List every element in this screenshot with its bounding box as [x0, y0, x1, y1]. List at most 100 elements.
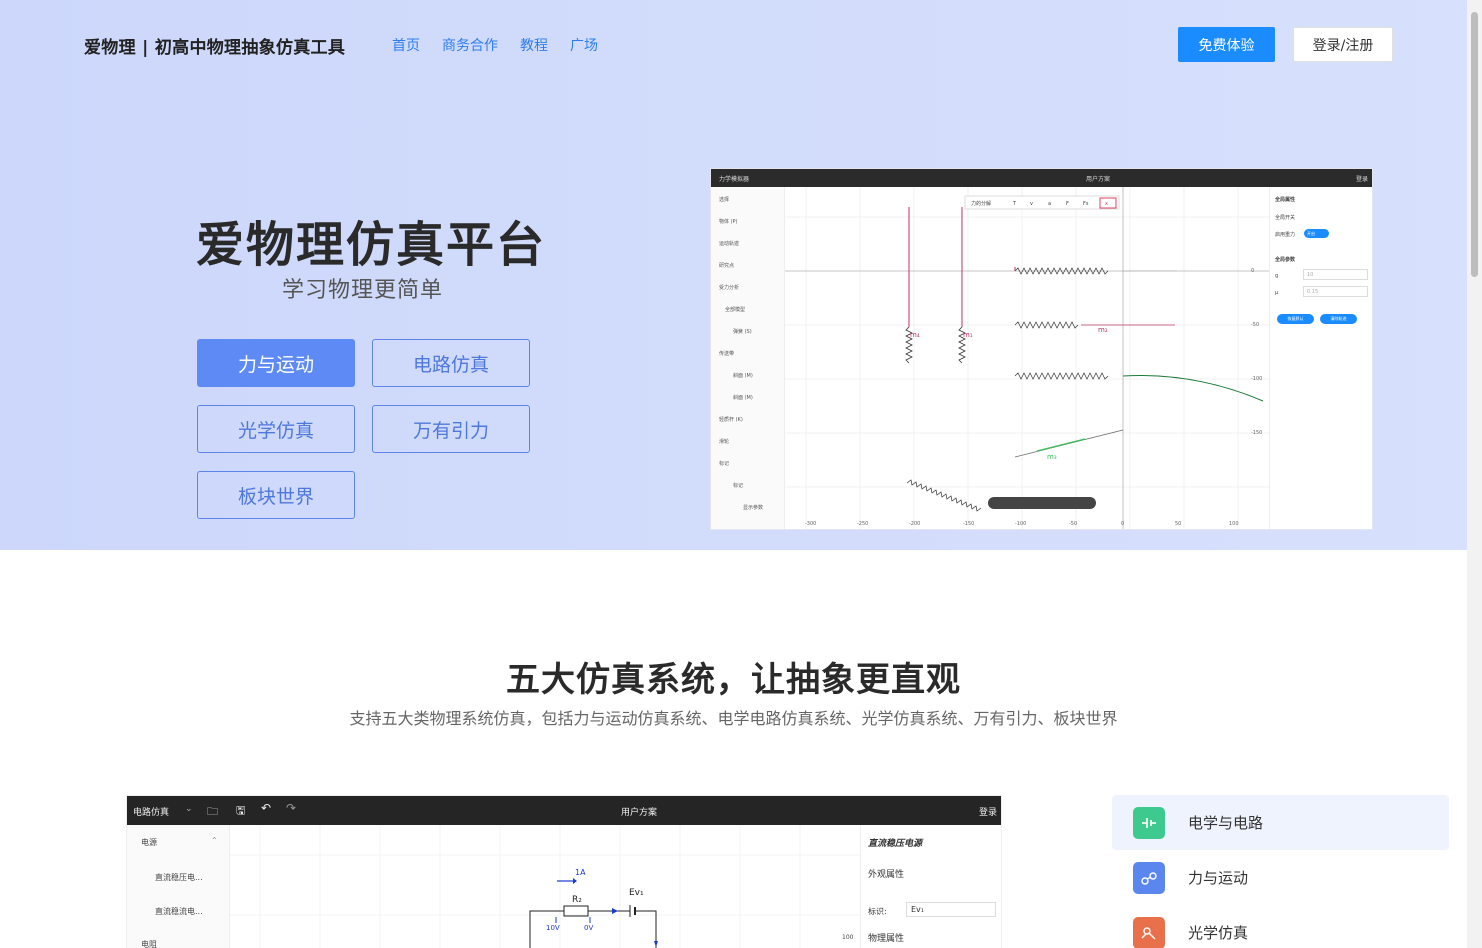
nav-tutorial[interactable]: 教程 — [520, 35, 548, 55]
hero-section: 爱物理 | 初高中物理抽象仿真工具 首页 商务合作 教程 广场 免费体验 登录/… — [0, 0, 1467, 550]
main-nav: 首页 商务合作 教程 广场 — [392, 35, 620, 55]
nav-home[interactable]: 首页 — [392, 35, 420, 55]
preview-toolbar-item: F — [1066, 201, 1069, 207]
tick-label: 100 — [842, 934, 854, 941]
preview-toolbar-item: x — [1105, 201, 1108, 207]
free-trial-button[interactable]: 免费体验 — [1178, 27, 1275, 62]
preview-canvas[interactable]: 力的分解 T v a F Fs x m₄ m₁ m₂ m₃ -300 -250 … — [785, 187, 1269, 529]
mass-label: m₂ — [1098, 326, 1108, 334]
panel-section-appearance[interactable]: 外观属性 — [868, 867, 904, 880]
scrollbar-thumb[interactable] — [1471, 12, 1478, 277]
circuit-title: 用户方案 — [621, 808, 658, 818]
preview-left-item: 研究点 — [719, 263, 735, 269]
panel-section-physics[interactable]: 物理属性 — [868, 931, 904, 944]
login-register-button[interactable]: 登录/注册 — [1293, 27, 1393, 62]
nav-business[interactable]: 商务合作 — [442, 35, 498, 55]
x-tick: 100 — [1229, 521, 1239, 527]
feature-label: 电学与电路 — [1188, 814, 1264, 832]
preview-panel-heading: 全局属性 — [1275, 197, 1296, 203]
chevron-up-icon[interactable]: ⌃ — [211, 836, 218, 845]
mass-label: m₁ — [963, 331, 973, 339]
identifier-label: 标识: — [868, 907, 887, 916]
gravity-toggle[interactable]: 开启 — [1304, 229, 1329, 238]
preview-toolbar: 力学模拟器 用户方案 登录 — [711, 169, 1372, 187]
mechanics-simulator-preview[interactable]: 力学模拟器 用户方案 登录 选择 物体 (P) 运动轨迹 研究点 受力分析 全部… — [711, 169, 1372, 529]
preview-left-item: 受力分析 — [719, 285, 740, 291]
circuit-login[interactable]: 登录 — [979, 805, 997, 818]
preview-left-item: 选择 — [719, 197, 730, 203]
identifier-input[interactable]: Ev₁ — [906, 902, 996, 917]
undo-icon[interactable]: ↶ — [261, 801, 271, 815]
source-label: Ev₁ — [629, 888, 644, 898]
preview-left-item: 轻质杆 (K) — [719, 417, 743, 423]
nav-square[interactable]: 广场 — [570, 35, 598, 55]
mu-input[interactable]: 0.15 — [1303, 286, 1368, 297]
x-tick: 50 — [1175, 521, 1181, 527]
x-tick: -50 — [1069, 521, 1077, 527]
circuit-component[interactable]: 直流稳压电... — [155, 872, 203, 883]
preview-title: 用户方案 — [1086, 176, 1111, 183]
gear-motion-icon — [1133, 861, 1165, 894]
y-tick: 0 — [1251, 268, 1254, 274]
page-scrollbar[interactable] — [1467, 0, 1482, 948]
x-tick: -100 — [1015, 521, 1026, 527]
preview-left-item: 弹簧 (S) — [733, 329, 752, 335]
preview-panel-label: g — [1275, 273, 1279, 279]
x-tick: -300 — [805, 521, 816, 527]
preview-left-item: 滑轮 — [719, 439, 730, 445]
feature-label: 力与运动 — [1188, 869, 1249, 887]
brand-title[interactable]: 爱物理 | 初高中物理抽象仿真工具 — [84, 33, 345, 58]
preview-toolbar-item: a — [1048, 201, 1051, 207]
preview-left-item: 标记 — [719, 461, 730, 467]
mass-label: m₃ — [1047, 453, 1057, 461]
preview-app-menu: 力学模拟器 — [719, 176, 750, 183]
category-force-motion-button[interactable]: 力与运动 — [197, 339, 355, 387]
feature-force-motion[interactable]: 力与运动 — [1112, 850, 1449, 905]
circuit-icon — [1133, 806, 1165, 839]
category-optics-button[interactable]: 光学仿真 — [197, 405, 355, 453]
category-gravity-button[interactable]: 万有引力 — [372, 405, 530, 453]
preview-left-item: 斜面 (M) — [733, 373, 753, 379]
chevron-down-icon[interactable]: ⌄ — [185, 804, 193, 814]
preview-left-panel: 选择 物体 (P) 运动轨迹 研究点 受力分析 全部模型 弹簧 (S) 传送带 … — [711, 187, 785, 529]
page: 爱物理 | 初高中物理抽象仿真工具 首页 商务合作 教程 广场 免费体验 登录/… — [0, 0, 1482, 948]
voltage-label: 10V — [546, 924, 560, 932]
current-label: 1A — [575, 868, 586, 877]
hero-subtitle: 学习物理更简单 — [282, 278, 444, 303]
save-icon[interactable]: 🖫 — [236, 802, 245, 821]
circuit-category[interactable]: 电源 — [141, 837, 157, 848]
preview-panel-label: μ — [1275, 290, 1279, 296]
preview-panel-label: 全局开关 — [1275, 215, 1296, 221]
redo-icon[interactable]: ↷ — [286, 801, 296, 815]
circuit-component[interactable]: 直流稳流电... — [155, 906, 203, 917]
category-circuit-button[interactable]: 电路仿真 — [372, 339, 530, 387]
x-tick: 0 — [1121, 521, 1124, 527]
reset-defaults-button[interactable]: 恢复默认 — [1277, 314, 1314, 324]
resistor-label: R₂ — [572, 895, 582, 905]
preview-login: 登录 — [1355, 176, 1368, 183]
feature-optics[interactable]: 光学仿真 — [1112, 905, 1449, 948]
preview-panel-heading: 全局参数 — [1275, 257, 1296, 263]
circuit-app-menu[interactable]: 电路仿真 — [133, 805, 169, 818]
voltage-label: 0V — [584, 924, 593, 932]
category-plate-world-button[interactable]: 板块世界 — [197, 471, 355, 519]
preview-left-item: 标记 — [733, 483, 744, 489]
circuit-canvas[interactable]: 1A R₂ Ev₁ 10V 0V 100 — [230, 825, 860, 948]
folder-icon[interactable]: 🗀 — [207, 803, 218, 822]
g-input[interactable]: 10 — [1303, 269, 1368, 280]
feature-circuit[interactable]: 电学与电路 — [1112, 795, 1449, 850]
preview-right-panel: 全局属性 全局开关 启用重力 开启 全局参数 g 10 μ 0.15 恢复默认 … — [1269, 187, 1372, 529]
y-tick: -150 — [1251, 430, 1262, 436]
preview-toolbar-item: Fs — [1083, 201, 1089, 207]
circuit-category[interactable]: 电阻 — [141, 939, 157, 948]
systems-section-subtitle: 支持五大类物理系统仿真，包括力与运动仿真系统、电学电路仿真系统、光学仿真系统、万… — [349, 709, 1118, 728]
circuit-drawing: 1A R₂ Ev₁ 10V 0V 100 — [230, 825, 860, 948]
circuit-simulator-preview[interactable]: 电路仿真 ⌄ 🗀 🖫 ↶ ↷ 用户方案 登录 电源 ⌃ 直流稳压电... 直流稳… — [127, 796, 1001, 948]
y-tick: -100 — [1251, 376, 1262, 382]
x-tick: -150 — [963, 521, 974, 527]
preview-left-item: 显示参数 — [743, 505, 764, 511]
clear-trails-button[interactable]: 清除轨迹 — [1320, 314, 1357, 324]
preview-left-item: 全部模型 — [725, 307, 746, 313]
optics-icon — [1133, 916, 1165, 948]
circuit-right-panel: 直流稳压电源 外观属性 标识: Ev₁ 物理属性 — [860, 825, 1001, 948]
